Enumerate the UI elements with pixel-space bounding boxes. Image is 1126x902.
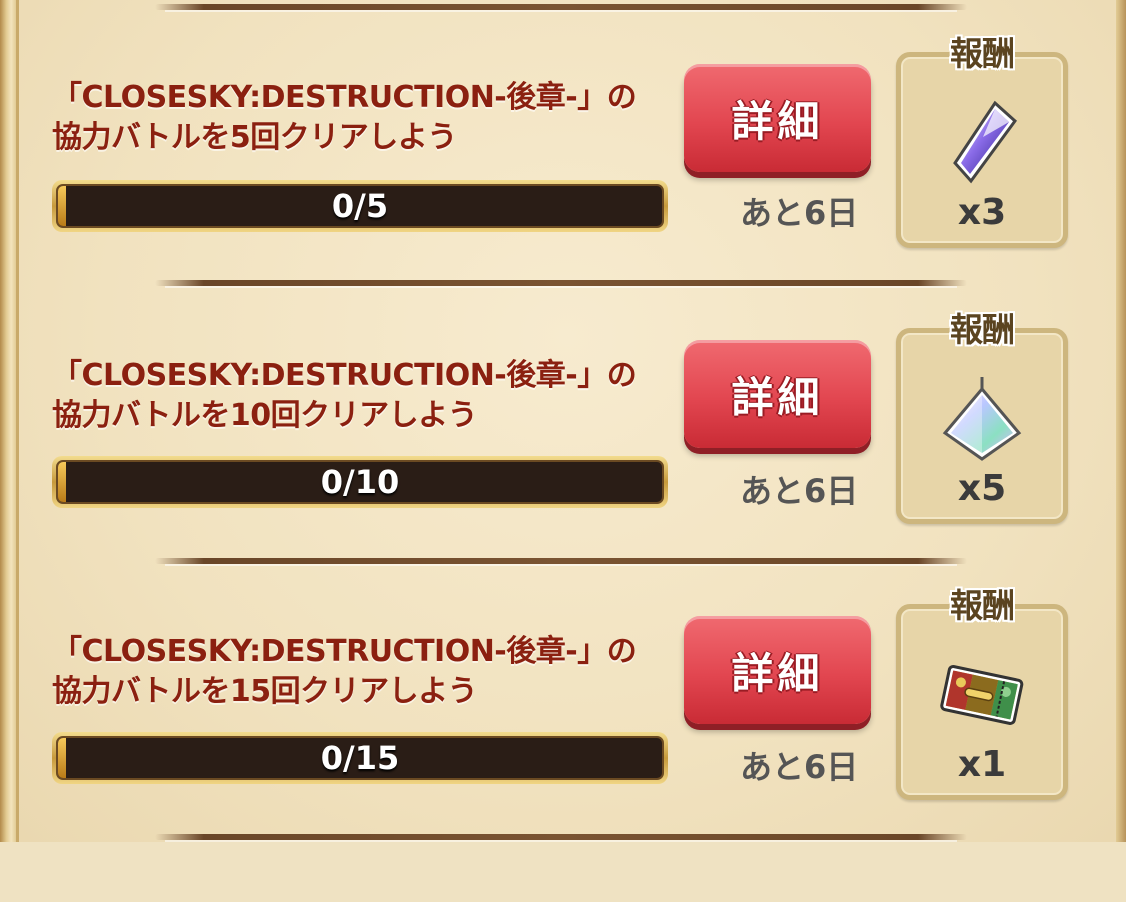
progress-bar: 0/10 <box>52 456 668 508</box>
time-remaining: あと6日 <box>740 472 859 510</box>
reward-count: x1 <box>957 744 1007 785</box>
reward-box: 報酬 x5 <box>896 310 1068 524</box>
divider <box>155 4 967 12</box>
reward-box: 報酬 x3 <box>896 34 1068 248</box>
progress-text: 0/15 <box>320 739 400 777</box>
ticket-icon <box>940 665 1024 725</box>
reward-count: x3 <box>957 192 1007 233</box>
progress-bar: 0/5 <box>52 180 668 232</box>
mission-item: 「CLOSESKY:DESTRUCTION-後章-」の協力バトルを15回クリアし… <box>0 586 1126 902</box>
divider <box>155 834 967 842</box>
time-remaining: あと6日 <box>740 194 859 232</box>
reward-box: 報酬 x1 <box>896 586 1068 800</box>
detail-button[interactable]: 詳細 <box>684 340 871 448</box>
time-remaining: あと6日 <box>740 748 859 786</box>
reward-label: 報酬 <box>950 586 1015 625</box>
reward-label: 報酬 <box>950 310 1015 349</box>
purple-crystal-icon <box>953 100 1018 184</box>
progress-text: 0/10 <box>320 463 400 501</box>
divider <box>155 280 967 288</box>
detail-button[interactable]: 詳細 <box>684 64 871 172</box>
diamond-pendant-icon <box>942 377 1022 461</box>
progress-text: 0/5 <box>331 187 389 225</box>
mission-title: 「CLOSESKY:DESTRUCTION-後章-」の協力バトルを15回クリアし… <box>52 634 637 709</box>
detail-button[interactable]: 詳細 <box>684 616 871 724</box>
divider <box>155 558 967 566</box>
mission-title: 「CLOSESKY:DESTRUCTION-後章-」の協力バトルを10回クリアし… <box>52 358 637 433</box>
reward-count: x5 <box>957 468 1007 509</box>
reward-label: 報酬 <box>950 34 1015 73</box>
progress-bar: 0/15 <box>52 732 668 784</box>
mission-title: 「CLOSESKY:DESTRUCTION-後章-」の協力バトルを5回クリアしよ… <box>52 80 637 155</box>
